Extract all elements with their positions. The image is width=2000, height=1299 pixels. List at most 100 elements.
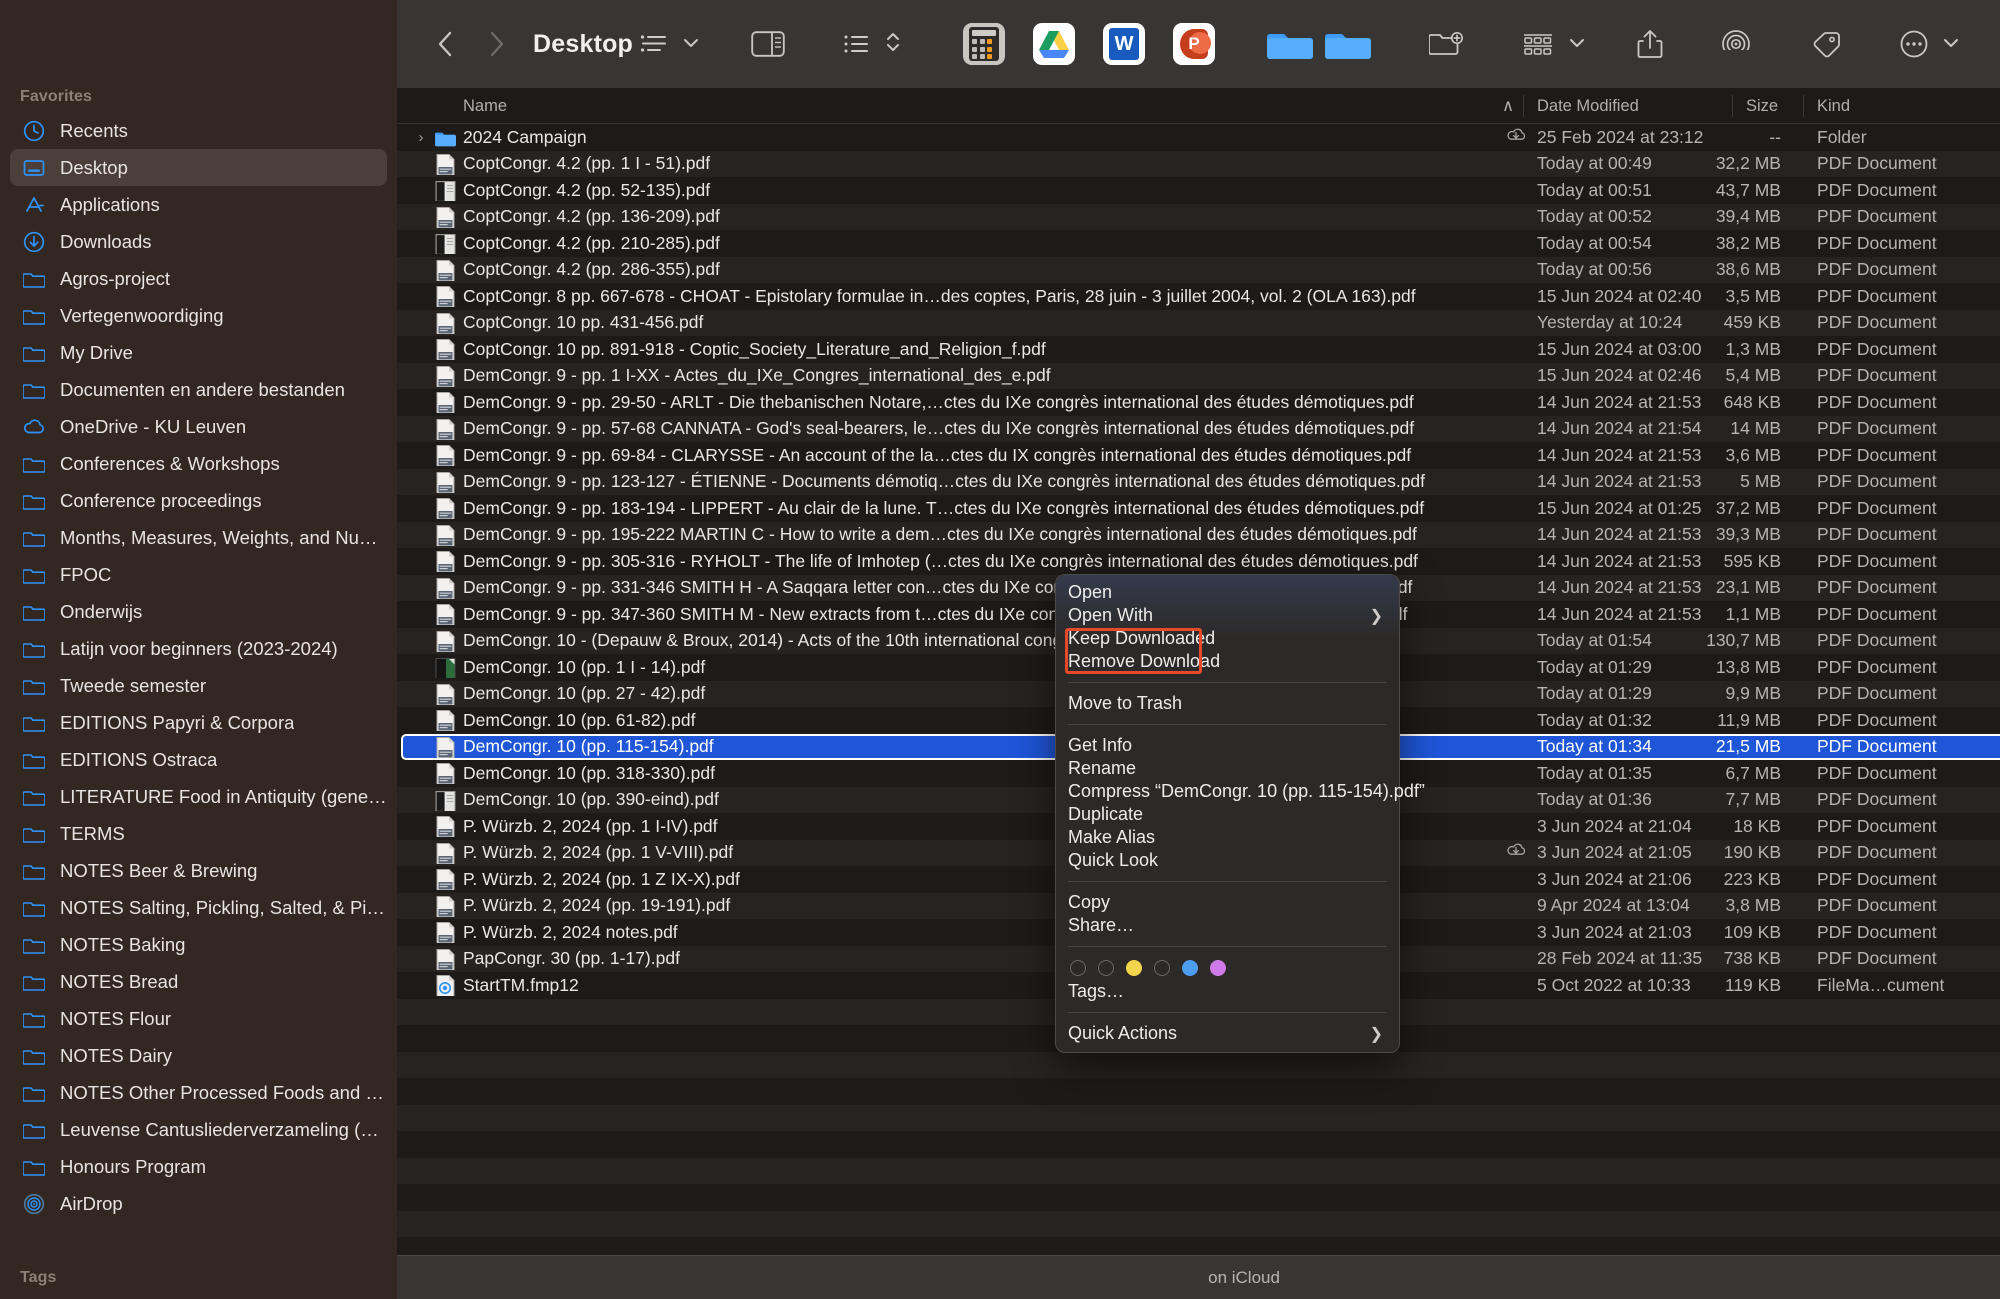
icloud-download-icon[interactable] — [1505, 841, 1529, 864]
menu-item-duplicate[interactable]: Duplicate — [1056, 803, 1399, 826]
sidebar-item-downloads[interactable]: Downloads — [10, 223, 387, 260]
table-row[interactable]: CoptCongr. 4.2 (pp. 52-135).pdf Today at … — [397, 177, 2000, 204]
menu-item-rename[interactable]: Rename — [1056, 757, 1399, 780]
sidebar-item-my-drive[interactable]: My Drive — [10, 334, 387, 371]
sidebar-item-notes-other-processed-foods-and-pr[interactable]: NOTES Other Processed Foods and Pr… — [10, 1074, 387, 1111]
menu-item-compress-demcongr-10-pp-115-154-pdf[interactable]: Compress “DemCongr. 10 (pp. 115-154).pdf… — [1056, 780, 1425, 803]
sidebar-item-terms[interactable]: TERMS — [10, 815, 387, 852]
sidebar-item-tweede-semester[interactable]: Tweede semester — [10, 667, 387, 704]
tag-color-dot-2[interactable] — [1126, 960, 1142, 976]
tag-color-dot-3[interactable] — [1154, 960, 1170, 976]
table-row[interactable]: DemCongr. 9 - pp. 183-194 - LIPPERT - Au… — [397, 495, 2000, 522]
sidebar-item-latijn-voor-beginners-2023-2024[interactable]: Latijn voor beginners (2023-2024) — [10, 630, 387, 667]
sidebar-item-editions-papyri-corpora[interactable]: EDITIONS Papyri & Corpora — [10, 704, 387, 741]
table-row[interactable]: DemCongr. 9 - pp. 305-316 - RYHOLT - The… — [397, 548, 2000, 575]
menu-item-open[interactable]: Open — [1056, 581, 1399, 604]
chevron-down-icon[interactable] — [1943, 35, 1959, 53]
sidebar-item-editions-ostraca[interactable]: EDITIONS Ostraca — [10, 741, 387, 778]
sidebar-item-desktop[interactable]: Desktop — [10, 149, 387, 186]
word-app-icon[interactable]: W — [1103, 23, 1146, 65]
sidebar-item-agros-project[interactable]: Agros-project — [10, 260, 387, 297]
tag-icon[interactable] — [1803, 20, 1847, 68]
table-row[interactable]: CoptCongr. 10 pp. 891-918 - Coptic_Socie… — [397, 336, 2000, 363]
table-row[interactable]: CoptCongr. 4.2 (pp. 286-355).pdf Today at… — [397, 256, 2000, 283]
back-button[interactable] — [427, 29, 465, 59]
forward-button[interactable] — [477, 29, 515, 59]
menu-item-move-to-trash[interactable]: Move to Trash — [1056, 692, 1399, 715]
sidebar-item-leuvense-cantusliederverzameling-l[interactable]: Leuvense Cantusliederverzameling (L… — [10, 1111, 387, 1148]
sidebar-item-notes-salting-pickling-salted-pic[interactable]: NOTES Salting, Pickling, Salted, & Pic… — [10, 889, 387, 926]
tag-color-dot-1[interactable] — [1098, 960, 1114, 976]
tag-color-dot-4[interactable] — [1182, 960, 1198, 976]
table-row[interactable]: CoptCongr. 8 pp. 667-678 - CHOAT - Epist… — [397, 283, 2000, 310]
sidebar-item-honours-program[interactable]: Honours Program — [10, 1148, 387, 1185]
sidebar-item-conferences-workshops[interactable]: Conferences & Workshops — [10, 445, 387, 482]
sidebar-item-notes-flour[interactable]: NOTES Flour — [10, 1000, 387, 1037]
new-folder-icon[interactable] — [1423, 20, 1469, 68]
sidebar-item-airdrop[interactable]: AirDrop — [10, 1185, 387, 1222]
view-options-button[interactable] — [633, 20, 699, 68]
table-row[interactable]: CoptCongr. 4.2 (pp. 210-285).pdf Today at… — [397, 230, 2000, 257]
table-row[interactable]: DemCongr. 9 - pp. 1 I-XX - Actes_du_IXe_… — [397, 362, 2000, 389]
table-row[interactable]: DemCongr. 9 - pp. 69-84 - CLARYSSE - An … — [397, 442, 2000, 469]
grid-arrange-icon[interactable] — [1515, 20, 1561, 68]
folder-shortcut-1-icon[interactable] — [1261, 20, 1319, 68]
sidebar-item-vertegenwoordiging[interactable]: Vertegenwoordiging — [10, 297, 387, 334]
table-row[interactable]: DemCongr. 9 - pp. 29-50 - ARLT - Die the… — [397, 389, 2000, 416]
sidebar-item-documenten-en-andere-bestanden[interactable]: Documenten en andere bestanden — [10, 371, 387, 408]
chevron-down-icon[interactable] — [1569, 35, 1585, 53]
more-button[interactable] — [1893, 20, 1959, 68]
sidebar-item-notes-beer-brewing[interactable]: NOTES Beer & Brewing — [10, 852, 387, 889]
sidebar-item-fpoc[interactable]: FPOC — [10, 556, 387, 593]
tag-color-dot-0[interactable] — [1070, 960, 1086, 976]
sidebar-item-conference-proceedings[interactable]: Conference proceedings — [10, 482, 387, 519]
menu-item-copy[interactable]: Copy — [1056, 891, 1399, 914]
column-header-name[interactable]: Name — [463, 88, 507, 124]
google-drive-app-icon[interactable] — [1033, 23, 1076, 65]
chevron-down-icon[interactable] — [683, 35, 699, 53]
table-row[interactable]: DemCongr. 9 - pp. 57-68 CANNATA - God's … — [397, 415, 2000, 442]
sidebar-item-notes-bread[interactable]: NOTES Bread — [10, 963, 387, 1000]
menu-item-remove-download[interactable]: Remove Download — [1056, 650, 1399, 673]
sidebar-item-months-measures-weights-and-num[interactable]: Months, Measures, Weights, and Num… — [10, 519, 387, 556]
context-menu[interactable]: Open Open With ❯ Keep Downloaded Remove Down… — [1055, 574, 1425, 1053]
airdrop-icon[interactable] — [1715, 20, 1757, 68]
tag-color-row[interactable] — [1056, 956, 1399, 980]
table-row[interactable]: CoptCongr. 10 pp. 431-456.pdf Yesterday a… — [397, 309, 2000, 336]
menu-item-make-alias[interactable]: Make Alias — [1056, 826, 1399, 849]
column-header-date-modified[interactable]: Date Modified — [1523, 88, 1639, 124]
sidebar-item-notes-dairy[interactable]: NOTES Dairy — [10, 1037, 387, 1074]
table-row[interactable]: DemCongr. 9 - pp. 123-127 - ÉTIENNE - Do… — [397, 468, 2000, 495]
sidebar-item-onedrive-ku-leuven[interactable]: OneDrive - KU Leuven — [10, 408, 387, 445]
menu-item-keep-downloaded[interactable]: Keep Downloaded — [1056, 627, 1399, 650]
arrange-items-button[interactable] — [1515, 20, 1585, 68]
folder-shortcut-2-icon[interactable] — [1319, 20, 1377, 68]
sidebar-item-literature-food-in-antiquity-general[interactable]: LITERATURE Food in Antiquity (general) — [10, 778, 387, 815]
menu-item-quick-actions[interactable]: Quick Actions ❯ — [1056, 1022, 1399, 1045]
table-row[interactable]: CoptCongr. 4.2 (pp. 1 I - 51).pdf Today a… — [397, 150, 2000, 177]
table-row[interactable]: CoptCongr. 4.2 (pp. 136-209).pdf Today at… — [397, 203, 2000, 230]
group-by-button[interactable] — [837, 20, 901, 68]
tag-color-dot-5[interactable] — [1210, 960, 1226, 976]
list-view-icon[interactable] — [633, 20, 675, 68]
icloud-download-icon[interactable] — [1505, 126, 1529, 149]
column-header-size[interactable]: Size — [1732, 88, 1778, 124]
table-row[interactable]: DemCongr. 9 - pp. 195-222 MARTIN C - How… — [397, 521, 2000, 548]
disclosure-triangle-icon[interactable]: › — [411, 129, 431, 146]
group-list-icon[interactable] — [837, 20, 877, 68]
menu-item-share[interactable]: Share… — [1056, 914, 1399, 937]
sidebar-item-onderwijs[interactable]: Onderwijs — [10, 593, 387, 630]
sort-updown-icon[interactable] — [885, 30, 901, 59]
menu-item-quick-look[interactable]: Quick Look — [1056, 849, 1399, 872]
sidebar-item-applications[interactable]: Applications — [10, 186, 387, 223]
sidebar-item-recents[interactable]: Recents — [10, 112, 387, 149]
sidebar-toggle-icon[interactable] — [745, 20, 791, 68]
sidebar-item-notes-baking[interactable]: NOTES Baking — [10, 926, 387, 963]
table-row[interactable]: › 2024 Campaign 25 Feb 2024 at 23:12 -- Fold… — [397, 124, 2000, 151]
menu-item-get-info[interactable]: Get Info — [1056, 734, 1399, 757]
menu-item-open-with[interactable]: Open With ❯ — [1056, 604, 1399, 627]
column-header-kind[interactable]: Kind — [1803, 88, 1850, 124]
menu-item-tags[interactable]: Tags… — [1056, 980, 1399, 1003]
share-icon[interactable] — [1631, 20, 1669, 68]
calculator-app-icon[interactable] — [963, 23, 1006, 65]
